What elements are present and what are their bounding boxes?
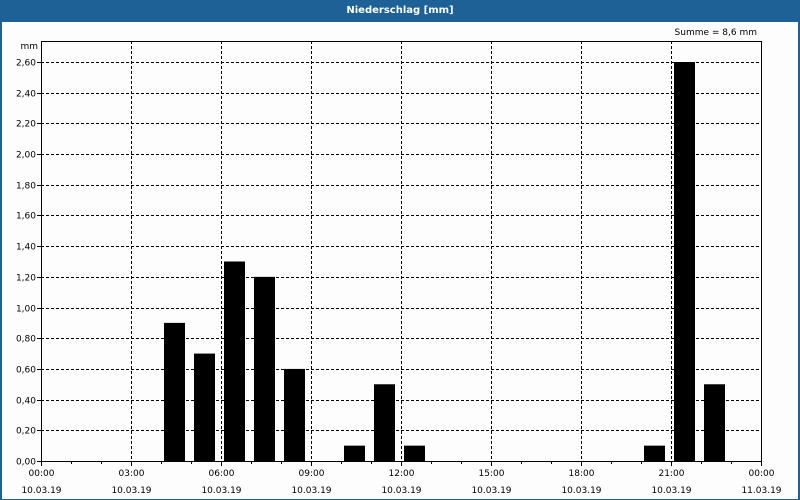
window-title: Niederschlag [mm] <box>1 1 799 21</box>
y-tick-label: 0,40 <box>16 397 36 407</box>
x-tick-time: 15:00 <box>479 469 505 479</box>
precipitation-chart: Summe = 8,6 mm mm 0,00 0,20 0,40 0,60 0,80 1,00… <box>16 28 782 496</box>
y-tick-label: 0,00 <box>16 458 36 468</box>
x-tick-date: 10.03.19 <box>561 486 601 496</box>
x-tick-date: 10.03.19 <box>21 486 61 496</box>
bar-hour-12 <box>404 445 425 461</box>
y-tick-label: 2,00 <box>16 151 36 161</box>
x-tick-date: 10.03.19 <box>651 486 691 496</box>
bar-hour-7 <box>254 276 275 461</box>
y-tick-label: 0,60 <box>16 366 36 376</box>
x-tick-time: 18:00 <box>569 469 595 479</box>
bar-hour-4 <box>164 322 185 461</box>
chart-body: Summe = 8,6 mm mm 0,00 0,20 0,40 0,60 0,80 1,00… <box>2 22 798 499</box>
bar-hour-21 <box>674 62 695 461</box>
x-tick-date: 10.03.19 <box>471 486 511 496</box>
x-tick-time: 21:00 <box>659 469 685 479</box>
y-tick-label: 1,20 <box>16 274 36 284</box>
y-tick-label: 1,80 <box>16 182 36 192</box>
y-tick-label: 0,80 <box>16 335 36 345</box>
y-tick-label: 2,20 <box>16 120 36 130</box>
x-tick-time: 09:00 <box>299 469 325 479</box>
x-tick-date: 10.03.19 <box>201 486 241 496</box>
x-tick-time: 12:00 <box>389 469 415 479</box>
bar-hour-22 <box>704 384 725 461</box>
x-tick-date: 10.03.19 <box>381 486 421 496</box>
y-tick-label: 1,00 <box>16 305 36 315</box>
y-tick-label: 2,60 <box>16 59 36 69</box>
y-tick-label: 1,40 <box>16 243 36 253</box>
bar-hour-20 <box>644 445 665 461</box>
x-tick-time: 00:00 <box>749 469 775 479</box>
x-tick-time: 03:00 <box>119 469 145 479</box>
y-axis-unit: mm <box>20 42 38 52</box>
bar-hour-10 <box>344 445 365 461</box>
x-tick-date: 10.03.19 <box>111 486 151 496</box>
y-tick-label: 0,20 <box>16 427 36 437</box>
bar-hour-11 <box>374 384 395 461</box>
x-tick-date: 10.03.19 <box>291 486 331 496</box>
x-tick-time: 06:00 <box>209 469 235 479</box>
bar-hour-6 <box>224 261 245 461</box>
bar-hour-5 <box>194 353 215 461</box>
y-tick-label: 1,60 <box>16 212 36 222</box>
bar-hour-8 <box>284 368 305 461</box>
chart-window: Niederschlag [mm] Summe = 8,6 mm mm 0,00 0,… <box>0 0 800 500</box>
y-tick-label: 2,40 <box>16 90 36 100</box>
x-tick-date: 11.03.19 <box>741 486 781 496</box>
x-tick-time: 00:00 <box>29 469 55 479</box>
summary-label: Summe = 8,6 mm <box>675 28 757 38</box>
